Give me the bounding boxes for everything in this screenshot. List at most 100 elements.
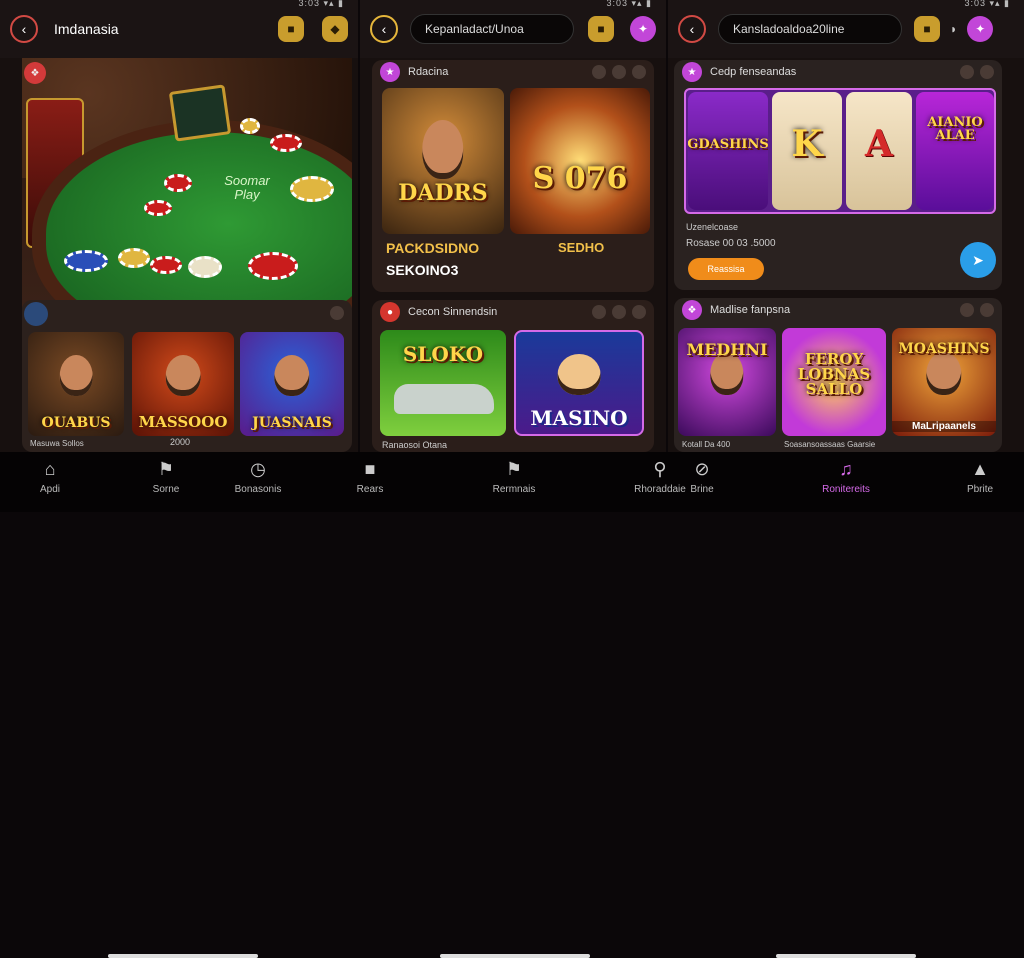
- nav-label: Brine: [690, 484, 714, 495]
- bottom-navigation: ⌂ Apdi ⚑ Sorne ◷ Bonasonis ■ Rears ⚑ Rermnais…: [0, 452, 1024, 958]
- more-icon[interactable]: [330, 306, 344, 320]
- reassisa-button[interactable]: Reassisa: [688, 258, 764, 280]
- reel-4: AIANIO ALAE: [916, 92, 994, 210]
- back-button[interactable]: ‹: [678, 15, 706, 43]
- game-tile-sloko[interactable]: SLOKO: [380, 330, 506, 436]
- play-button[interactable]: ➤: [960, 242, 996, 278]
- search-input[interactable]: Kansladoaldoa20line: [718, 14, 902, 44]
- more-icon[interactable]: [632, 305, 646, 319]
- nav-bonuses[interactable]: ◷ Bonasonis: [218, 458, 298, 495]
- nav-sorne[interactable]: ⚑ Sorne: [126, 458, 206, 495]
- nav-label: Sorne: [152, 484, 180, 495]
- game-tile-medhni[interactable]: MEDHNI: [678, 328, 776, 436]
- nav-ronitereits[interactable]: ♫ Ronitereits: [806, 458, 886, 495]
- more-icon[interactable]: [980, 65, 994, 79]
- bonus-button[interactable]: ✦: [967, 16, 994, 42]
- game-caption: Masuwa Sollos: [30, 439, 84, 448]
- reel-symbol: AIANIO ALAE: [927, 115, 983, 143]
- more-icon[interactable]: [612, 65, 626, 79]
- featured-games-card: ★ Rdacina DADRS S 076 PACKDSIDNO SEKOINO…: [372, 60, 654, 292]
- chip-red: [270, 134, 302, 152]
- chip-gold: [240, 118, 260, 134]
- casino-icon: ★: [380, 62, 400, 82]
- sparkle-icon: ✦: [975, 22, 986, 36]
- search-input[interactable]: Kepanladact/Unoa: [410, 14, 574, 44]
- flag-icon: ⚑: [157, 459, 175, 479]
- game-tile-feroy[interactable]: FEROY LOBNAS SALLO: [782, 328, 886, 436]
- bonus-button[interactable]: ✦: [630, 16, 656, 42]
- more-icon[interactable]: [960, 303, 974, 317]
- casino-panel-right: ‹ Kansladoaldoa20line ■ ◗ ✦ 3:03 ▾▴ ▮ ★ …: [668, 0, 1024, 452]
- table-felt: [46, 132, 352, 316]
- reel-3: A: [846, 92, 912, 210]
- reel-symbol: A: [865, 123, 893, 165]
- home-indicator[interactable]: [440, 954, 590, 958]
- card-title: Madlise fanpsna: [710, 304, 791, 316]
- game-tile-1[interactable]: OUABUS: [28, 332, 124, 436]
- more-icon[interactable]: [980, 303, 994, 317]
- info-line: Rosase 00 03 .5000: [686, 238, 776, 249]
- chip-gold: [118, 248, 150, 268]
- more-icon[interactable]: [960, 65, 974, 79]
- chevron-left-icon: ‹: [381, 21, 387, 37]
- game-label: SEDHO: [558, 240, 605, 255]
- slash-icon: ⊘: [694, 459, 710, 479]
- tag-icon: ❖: [24, 62, 46, 84]
- card-header: ★ Rdacina: [372, 60, 654, 84]
- card-title: Rdacina: [408, 66, 449, 78]
- wallet-button[interactable]: ■: [588, 16, 614, 42]
- more-icon[interactable]: [592, 305, 606, 319]
- wallet-icon: ■: [597, 22, 605, 36]
- more-icon[interactable]: [612, 305, 626, 319]
- nav-rermnais[interactable]: ⚑ Rermnais: [474, 458, 554, 495]
- status-time: 3:03: [298, 0, 320, 8]
- status-bar: 3:03 ▾▴ ▮: [964, 0, 1010, 8]
- chip-red: [248, 252, 298, 280]
- home-indicator[interactable]: [776, 954, 916, 958]
- gift-icon: ◆: [330, 22, 340, 36]
- section-icon: [24, 302, 48, 326]
- game-label: PACKDSIDNO: [386, 240, 480, 256]
- lock-icon: ■: [364, 459, 376, 479]
- character-image: [422, 120, 464, 179]
- wallet-button[interactable]: ■: [914, 16, 940, 42]
- casino-panel-left: ‹ Imdanasia ■ ◆ 3:03 ▾▴ ▮ Soomar Play ❖ …: [0, 0, 358, 452]
- back-button[interactable]: ‹: [370, 15, 398, 43]
- game-tile-slots[interactable]: S 076: [510, 88, 650, 234]
- nav-home[interactable]: ⌂ Apdi: [10, 458, 90, 495]
- table-logo-text: Soomar Play: [224, 173, 270, 203]
- more-icon[interactable]: [592, 65, 606, 79]
- slot-reels[interactable]: GDASHINS K A AIANIO ALAE: [684, 88, 996, 214]
- status-bar: 3:03 ▾▴ ▮: [298, 0, 344, 8]
- game-title: MEDHNI: [686, 340, 768, 359]
- music-icon: ♫: [839, 459, 853, 479]
- reel-symbol: K: [791, 123, 823, 165]
- nav-rears[interactable]: ■ Rears: [330, 458, 410, 495]
- nav-brine[interactable]: ⊘ Brine: [662, 458, 742, 495]
- game-tile-dadrs[interactable]: DADRS: [382, 88, 504, 234]
- wallet-button[interactable]: ■: [278, 16, 304, 42]
- nav-label: Rermnais: [492, 484, 536, 495]
- back-button[interactable]: ‹: [10, 15, 38, 43]
- game-tile-2[interactable]: MASSOOO: [132, 332, 234, 436]
- game-tile-3[interactable]: JUASNAIS: [240, 332, 344, 436]
- game-caption: 2000: [170, 437, 191, 447]
- chip-red: [150, 256, 182, 274]
- card-header: ● Cecon Sinnendsin: [372, 300, 654, 324]
- featured-table-banner[interactable]: Soomar Play ❖: [22, 58, 352, 316]
- status-bar: 3:03 ▾▴ ▮: [606, 0, 652, 8]
- games-row-card: OUABUS MASSOOO JUASNAIS Masuwa Sollos 20…: [22, 300, 352, 452]
- game-title: MASINO: [530, 406, 628, 430]
- wallet-icon: ■: [923, 22, 931, 36]
- nav-label: Pbrite: [966, 484, 994, 495]
- nav-label: Apdi: [39, 484, 60, 495]
- gift-button[interactable]: ◆: [322, 16, 348, 42]
- more-icon[interactable]: [632, 65, 646, 79]
- home-indicator[interactable]: [108, 954, 258, 958]
- game-tile-masino[interactable]: MASINO: [514, 330, 644, 436]
- game-tile-moashins[interactable]: MOASHINS MaLripaanels: [892, 328, 996, 436]
- nav-pbrite[interactable]: ▲ Pbrite: [940, 458, 1020, 495]
- slot-reels-card: ★ Cedp fenseandas GDASHINS K A AIANIO AL…: [674, 60, 1002, 290]
- nav-label: Rears: [356, 484, 384, 495]
- glasses-icon[interactable]: ◗: [950, 22, 957, 36]
